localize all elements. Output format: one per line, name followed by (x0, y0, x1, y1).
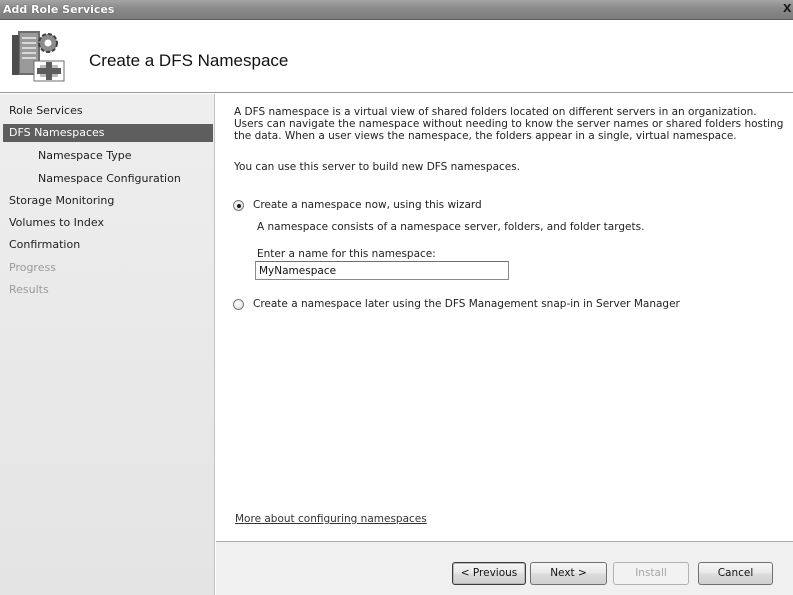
sidebar-item-volumes-to-index[interactable]: Volumes to Index (0, 214, 213, 232)
sidebar-item-dfs-namespaces[interactable]: DFS Namespaces (3, 124, 213, 142)
create-now-radio-option[interactable]: Create a namespace now, using this wizar… (233, 198, 482, 212)
sidebar-item-progress: Progress (9, 261, 56, 274)
create-later-radio-option[interactable]: Create a namespace later using the DFS M… (233, 297, 680, 311)
previous-button[interactable]: < Previous (452, 562, 526, 585)
namespace-name-label: Enter a name for this namespace: (257, 248, 436, 260)
main-content: A DFS namespace is a virtual view of sha… (216, 94, 793, 541)
sidebar-item-results: Results (9, 283, 49, 296)
wizard-footer: < Previous Next > Install Cancel (216, 541, 793, 595)
wizard-steps-sidebar: Role Services DFS Namespaces Namespace T… (0, 94, 215, 595)
namespace-detail-text: A namespace consists of a namespace serv… (257, 221, 645, 233)
sidebar-item-role-services[interactable]: Role Services (0, 102, 213, 120)
create-now-radio[interactable] (233, 199, 244, 211)
close-icon[interactable]: X (783, 2, 793, 18)
install-button: Install (613, 562, 689, 585)
page-title: Create a DFS Namespace (89, 51, 289, 70)
wizard-header: Create a DFS Namespace (0, 21, 793, 93)
sidebar-item-namespace-type[interactable]: Namespace Type (0, 147, 213, 165)
create-later-label[interactable]: Create a namespace later using the DFS M… (253, 298, 680, 310)
namespace-name-input[interactable] (255, 261, 509, 280)
more-about-namespaces-link[interactable]: More about configuring namespaces (235, 513, 427, 525)
namespace-description: A DFS namespace is a virtual view of sha… (234, 106, 784, 142)
window-title: Add Role Services (3, 3, 115, 16)
build-namespaces-text: You can use this server to build new DFS… (234, 161, 521, 173)
sidebar-item-storage-monitoring[interactable]: Storage Monitoring (0, 192, 213, 210)
sidebar-item-namespace-configuration[interactable]: Namespace Configuration (0, 170, 213, 188)
cancel-button[interactable]: Cancel (698, 562, 773, 585)
create-later-radio[interactable] (233, 298, 244, 310)
server-wizard-icon (12, 31, 65, 82)
create-now-label[interactable]: Create a namespace now, using this wizar… (253, 199, 482, 211)
next-button[interactable]: Next > (530, 562, 607, 585)
title-bar: Add Role Services X (0, 0, 793, 20)
sidebar-item-confirmation[interactable]: Confirmation (0, 236, 213, 254)
